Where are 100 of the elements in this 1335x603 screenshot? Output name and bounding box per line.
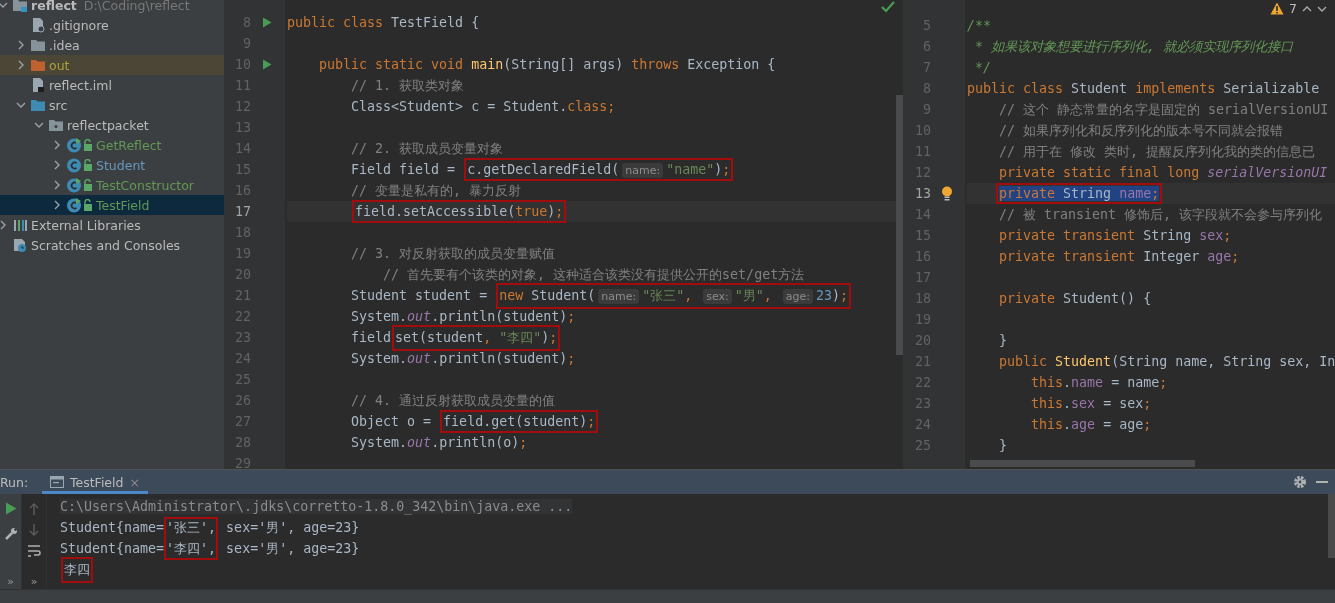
tree-item[interactable]: reflectpacket — [0, 115, 224, 135]
arrow-down-icon[interactable] — [28, 523, 40, 538]
warning-icon[interactable] — [1270, 2, 1285, 15]
code-text: public static void main(String[] args) throws Exception { — [319, 57, 776, 72]
line-number: 17 — [234, 204, 251, 219]
wrench-icon[interactable] — [3, 527, 18, 542]
folder-icon — [30, 57, 46, 73]
code-text: // 如果序列化和反序列化的版本号不同就会报错 — [999, 121, 1284, 140]
highlight-box: new Student( name: "张三", sex: "男", age: 23); — [499, 285, 848, 306]
code-text: System.out.println(student); — [351, 309, 576, 324]
folder-icon — [12, 0, 28, 13]
folder-icon — [30, 37, 46, 53]
file-icon — [30, 77, 46, 93]
highlight-box: set(student, "李四"); — [395, 327, 558, 348]
code-text: Object o = — [351, 414, 433, 429]
code-text: Class<Student> c = Student.class; — [351, 99, 616, 114]
code-text: Field field = — [351, 162, 457, 177]
tree-item[interactable]: .gitignore — [0, 15, 224, 35]
chevron-down-icon[interactable] — [1317, 4, 1327, 13]
line-number: 13 — [914, 186, 931, 201]
code-text: // 3. 对反射获取的成员变量赋值 — [351, 244, 556, 263]
lock-icon — [83, 199, 93, 211]
lock-icon — [83, 179, 93, 191]
code-editor[interactable] — [905, 0, 1335, 470]
scratches-icon — [12, 237, 28, 253]
scrollbar[interactable] — [896, 95, 903, 355]
highlight-box: field.get(student); — [443, 413, 596, 430]
run-icon[interactable] — [262, 59, 272, 70]
library-icon — [12, 217, 28, 233]
code-text: field — [351, 330, 392, 345]
class-icon — [66, 157, 82, 173]
code-text: private transient Integer age; — [999, 249, 1240, 264]
code-text: // 被 transient 修饰后, 该字段就不会参与序列化 — [999, 205, 1323, 224]
code-text: // 首先要有个该类的对象, 这种适合该类没有提供公开的set/get方法 — [383, 265, 805, 284]
class-icon — [66, 197, 82, 213]
code-text: /** — [967, 18, 992, 33]
code-text: */ — [975, 60, 992, 75]
package-icon — [48, 117, 64, 133]
tree-item[interactable]: Student — [0, 155, 224, 175]
run-icon[interactable] — [262, 17, 272, 28]
class-icon — [66, 177, 82, 193]
chevron-up-icon[interactable] — [1302, 4, 1312, 13]
console-output: Student{name= — [60, 541, 165, 557]
highlight-box: field.setAccessible(true); — [355, 203, 564, 220]
more-button[interactable]: » — [30, 576, 38, 589]
console-icon — [50, 476, 64, 489]
console-output: Student{name= — [60, 520, 165, 536]
arrow-up-icon[interactable] — [28, 502, 40, 517]
highlight-box: '李四', — [164, 537, 219, 560]
code-text: // 用于在 修改 类时, 提醒反序列化我的类的信息已 — [999, 142, 1316, 161]
tree-item[interactable]: Scratches and Consoles — [0, 235, 224, 255]
code-editor[interactable] — [225, 0, 905, 470]
lock-icon — [83, 139, 93, 151]
code-text: // 这个 静态常量的名字是固定的 serialVersionUI — [999, 100, 1329, 119]
check-icon[interactable] — [881, 1, 895, 13]
tree-item[interactable]: GetReflect — [0, 135, 224, 155]
code-text: Student student = — [351, 288, 489, 303]
code-text: * 如果该对象想要进行序列化, 就必须实现序列化接口 — [975, 37, 1294, 56]
class-icon — [66, 137, 82, 153]
tree-item[interactable]: src — [0, 95, 224, 115]
code-text: private Student() { — [999, 291, 1152, 306]
code-text: private transient String sex; — [999, 228, 1232, 243]
code-text: System.out.println(student); — [351, 351, 576, 366]
console-output: sex='男', age=23} — [225, 539, 360, 558]
console-output: sex='男', age=23} — [225, 518, 360, 537]
tree-item[interactable]: .idea — [0, 35, 224, 55]
code-text: // 4. 通过反射获取成员变量的值 — [351, 391, 556, 410]
folder-icon — [30, 97, 46, 113]
console-command: C:\Users\Administrator\.jdks\corretto-1.8.0_342\bin\java.exe ... — [60, 499, 573, 515]
code-text: // 2. 获取成员变量对象 — [351, 139, 504, 158]
code-text: public Student(String name, String sex, In — [999, 354, 1335, 369]
code-text: System.out.println(o); — [351, 435, 528, 450]
highlight-box: '张三', — [164, 516, 219, 539]
selected-code: private String name; — [999, 186, 1160, 201]
tree-item[interactable]: out — [0, 55, 224, 75]
tree-item[interactable]: TestConstructor — [0, 175, 224, 195]
tree-item[interactable]: TestField — [0, 195, 224, 215]
tree-item[interactable]: reflect.iml — [0, 75, 224, 95]
settings-icon[interactable] — [1293, 475, 1307, 490]
scrollbar[interactable] — [1328, 494, 1335, 559]
more-button[interactable]: » — [7, 576, 14, 589]
code-text: this.sex = sex; — [1031, 396, 1152, 411]
code-text: private static final long serialVersionUI — [999, 165, 1328, 180]
run-icon[interactable] — [4, 502, 17, 516]
code-text: // 1. 获取类对象 — [351, 76, 465, 95]
soft-wrap-icon[interactable] — [27, 544, 41, 559]
light-bulb-icon[interactable] — [941, 186, 953, 201]
code-text: public class TestField { — [287, 15, 480, 30]
code-text: } — [999, 333, 1008, 348]
code-text: } — [999, 438, 1008, 453]
code-text: public class Student implements Serializable — [967, 81, 1320, 96]
warning-count: 7 — [1289, 1, 1297, 16]
tree-item[interactable]: reflect D:\Coding\reflect — [0, 0, 224, 15]
close-button[interactable]: × — [129, 474, 140, 490]
file-icon — [30, 17, 46, 33]
scrollbar[interactable] — [970, 460, 1195, 468]
highlight-box: 李四 — [64, 559, 90, 580]
tree-item[interactable]: External Libraries — [0, 215, 224, 235]
code-text: this.name = name; — [1031, 375, 1168, 390]
highlight-box: c.getDeclaredField( name: "name"); — [467, 161, 731, 178]
